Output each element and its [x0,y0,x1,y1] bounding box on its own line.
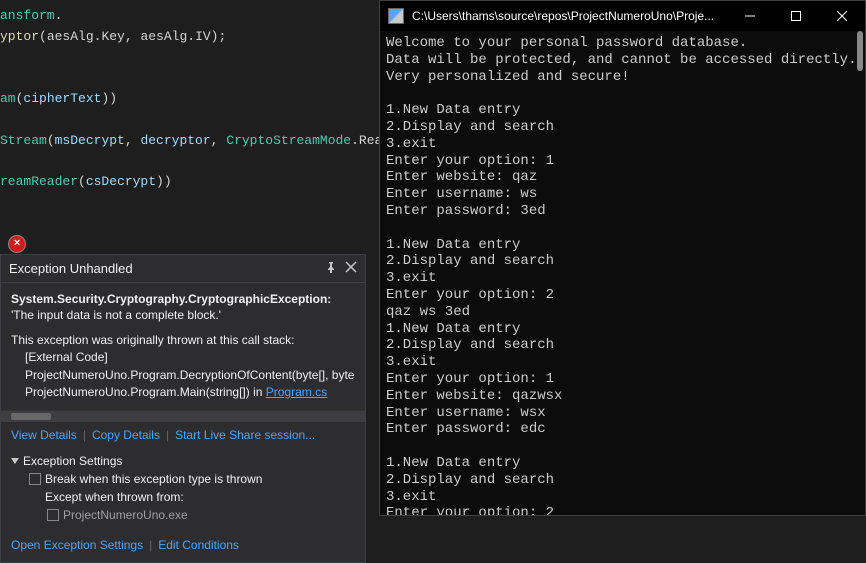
stack-frame: ProjectNumeroUno.Program.DecryptionOfCon… [25,367,355,384]
break-checkbox[interactable] [29,473,41,485]
code-token: am [0,91,16,106]
stack-frame: [External Code] [25,349,355,366]
edit-conditions-link[interactable]: Edit Conditions [158,538,239,552]
code-token: (aesAlg. [39,29,101,44]
console-app-icon [388,8,404,24]
code-token: cipherText [23,91,101,106]
except-exe-checkbox[interactable] [47,509,59,521]
pin-icon[interactable] [325,261,337,276]
copy-details-link[interactable]: Copy Details [92,428,160,442]
separator: | [149,538,152,552]
view-details-link[interactable]: View Details [11,428,77,442]
code-token: , [125,133,141,148]
exception-title: Exception Unhandled [9,261,133,276]
code-comment: he decrypting stream [0,237,156,238]
code-token: Key [101,29,124,44]
code-token: msDecrypt [55,133,125,148]
exception-stop-icon: × [9,236,25,252]
code-editor[interactable]: ansform. yptor(aesAlg.Key, aesAlg.IV); a… [0,0,380,238]
code-token: csDecrypt [86,174,156,189]
close-button[interactable] [819,1,865,31]
expand-icon [11,458,19,464]
code-token: IV [195,29,211,44]
code-token: reamReader [0,174,78,189]
horizontal-scrollbar[interactable] [1,410,365,422]
exception-settings-header[interactable]: Exception Settings [11,452,355,470]
live-share-link[interactable]: Start Live Share session... [175,428,315,442]
separator: | [83,428,86,442]
except-label: Except when thrown from: [45,488,355,506]
code-token: )) [156,174,172,189]
minimize-button[interactable] [727,1,773,31]
exception-titlebar: Exception Unhandled [1,255,365,283]
stack-frame: ProjectNumeroUno.Program.Main(string[]) … [25,384,355,401]
code-token: . [55,8,63,23]
code-token: . [351,133,359,148]
code-token: Read [359,133,380,148]
exception-popup: Exception Unhandled System.Security.Cryp… [0,254,366,563]
console-window: C:\Users\thams\source\repos\ProjectNumer… [379,0,866,516]
exception-stack-label: This exception was originally thrown at … [11,333,355,347]
console-title: C:\Users\thams\source\repos\ProjectNumer… [412,9,727,23]
code-token: CryptoStreamMode [226,133,351,148]
code-token: , [211,133,227,148]
maximize-button[interactable] [773,1,819,31]
vertical-scrollbar[interactable] [857,31,863,71]
exception-message: System.Security.Cryptography.Cryptograph… [11,291,355,323]
close-icon[interactable] [345,261,357,276]
code-token: decryptor [140,133,210,148]
code-token: ( [78,174,86,189]
stack-source-link[interactable]: Program.cs [266,385,327,399]
open-exception-settings-link[interactable]: Open Exception Settings [11,538,143,552]
console-output[interactable]: Welcome to your personal password databa… [380,31,865,515]
code-token: ansform [0,8,55,23]
code-token: , aesAlg. [125,29,195,44]
code-token: ); [211,29,227,44]
console-titlebar[interactable]: C:\Users\thams\source\repos\ProjectNumer… [380,1,865,31]
break-label: Break when this exception type is thrown [45,472,262,486]
code-token: yptor [0,29,39,44]
separator: | [166,428,169,442]
code-token: )) [101,91,117,106]
code-token: Stream [0,133,47,148]
code-token: ( [47,133,55,148]
scroll-thumb[interactable] [11,413,51,420]
except-exe-label: ProjectNumeroUno.exe [63,508,188,522]
